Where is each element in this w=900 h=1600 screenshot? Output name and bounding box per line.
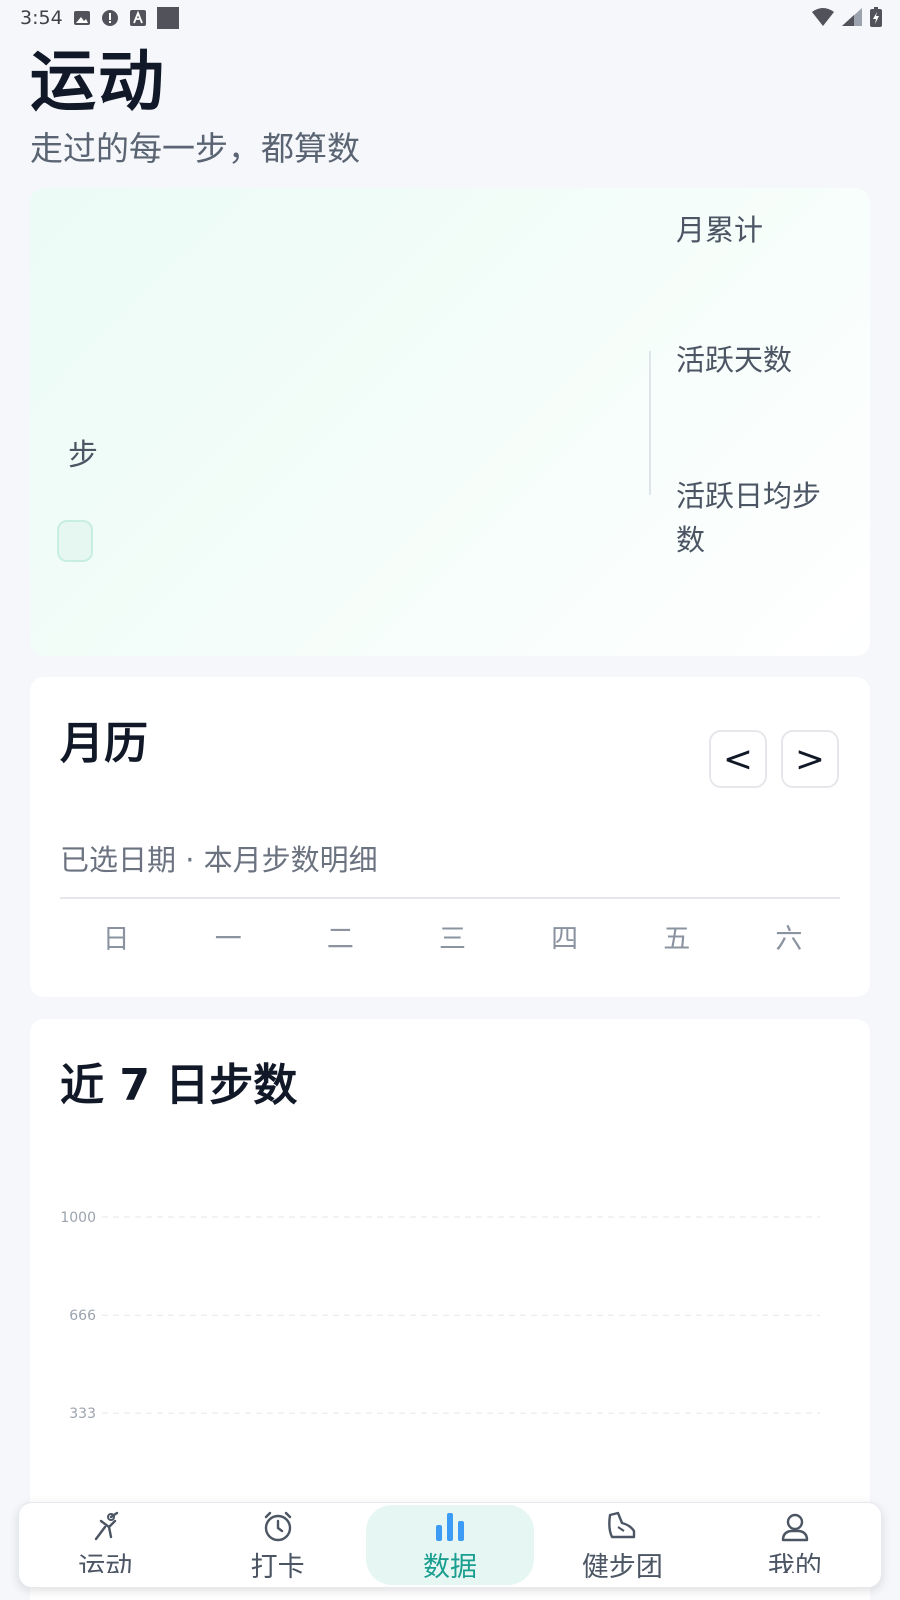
weekday-sun: 日 <box>102 924 130 955</box>
weekday-thu: 四 <box>551 924 579 955</box>
battery-icon <box>870 7 882 27</box>
chart-title: 近 7 日步数 <box>60 1060 298 1111</box>
profile-icon <box>781 1513 809 1542</box>
bar-chart-icon <box>436 1513 465 1541</box>
calendar-title: 月历 <box>60 718 148 769</box>
wifi-icon <box>812 8 834 26</box>
weekday-tue: 二 <box>326 924 354 955</box>
previous-month-button[interactable]: < <box>709 730 767 788</box>
tab-sport-label: 运动 <box>78 1552 133 1573</box>
calendar-card: 月历 < > 已选日期 · 本月步数明细 日 一 二 三 四 五 六 <box>30 677 870 997</box>
tab-data[interactable]: 数据 <box>364 1503 536 1587</box>
tab-walking-group-label: 健步团 <box>581 1552 663 1583</box>
tab-data-label: 数据 <box>423 1552 478 1583</box>
calendar-subtitle: 已选日期 · 本月步数明细 <box>60 843 378 877</box>
alarm-clock-icon <box>264 1511 291 1542</box>
tab-sport[interactable]: 运动 <box>19 1503 191 1587</box>
weekday-mon: 一 <box>214 924 242 955</box>
page-title: 运动 <box>30 43 166 120</box>
square-notification-icon <box>156 7 179 29</box>
tab-checkin-label: 打卡 <box>250 1552 305 1583</box>
alert-notification-icon <box>101 10 118 26</box>
image-notification-icon <box>73 11 90 25</box>
summary-card: 步 月累计 活跃天数 活跃日均步数 <box>30 188 870 656</box>
signal-icon <box>842 8 862 26</box>
tab-profile-label: 我的 <box>767 1552 822 1573</box>
steps-unit-label: 步 <box>68 438 98 473</box>
next-month-button[interactable]: > <box>781 730 839 788</box>
page-subtitle: 走过的每一步，都算数 <box>30 129 360 168</box>
weekday-wed: 三 <box>438 924 466 955</box>
calendar-divider <box>60 897 840 899</box>
weekday-header: 日 一 二 三 四 五 六 <box>60 917 845 956</box>
sneaker-icon <box>608 1511 636 1539</box>
y-tick-label: 333 <box>69 1406 96 1422</box>
weekday-sat: 六 <box>775 924 803 955</box>
weekday-fri: 五 <box>663 924 691 955</box>
stat-active-days-label: 活跃天数 <box>676 343 793 377</box>
stat-monthly-total-label: 月累计 <box>676 213 764 247</box>
tab-walking-group[interactable]: 健步团 <box>536 1503 708 1587</box>
status-time: 3:54 <box>20 7 63 29</box>
run-icon <box>95 1511 119 1541</box>
y-tick-label: 666 <box>69 1308 96 1324</box>
tab-checkin[interactable]: 打卡 <box>191 1503 363 1587</box>
stat-active-daily-average-label: 活跃日均步数 <box>676 479 822 557</box>
summary-divider <box>649 351 651 495</box>
steps-bar-chart: 10006663330 <box>60 1210 820 1519</box>
y-tick-label: 1000 <box>60 1210 96 1226</box>
tab-profile[interactable]: 我的 <box>709 1503 881 1587</box>
text-notification-icon <box>129 10 146 26</box>
bottom-tab-bar: 运动 打卡 数据 健步团 我的 <box>18 1502 882 1588</box>
summary-chip <box>57 520 93 562</box>
